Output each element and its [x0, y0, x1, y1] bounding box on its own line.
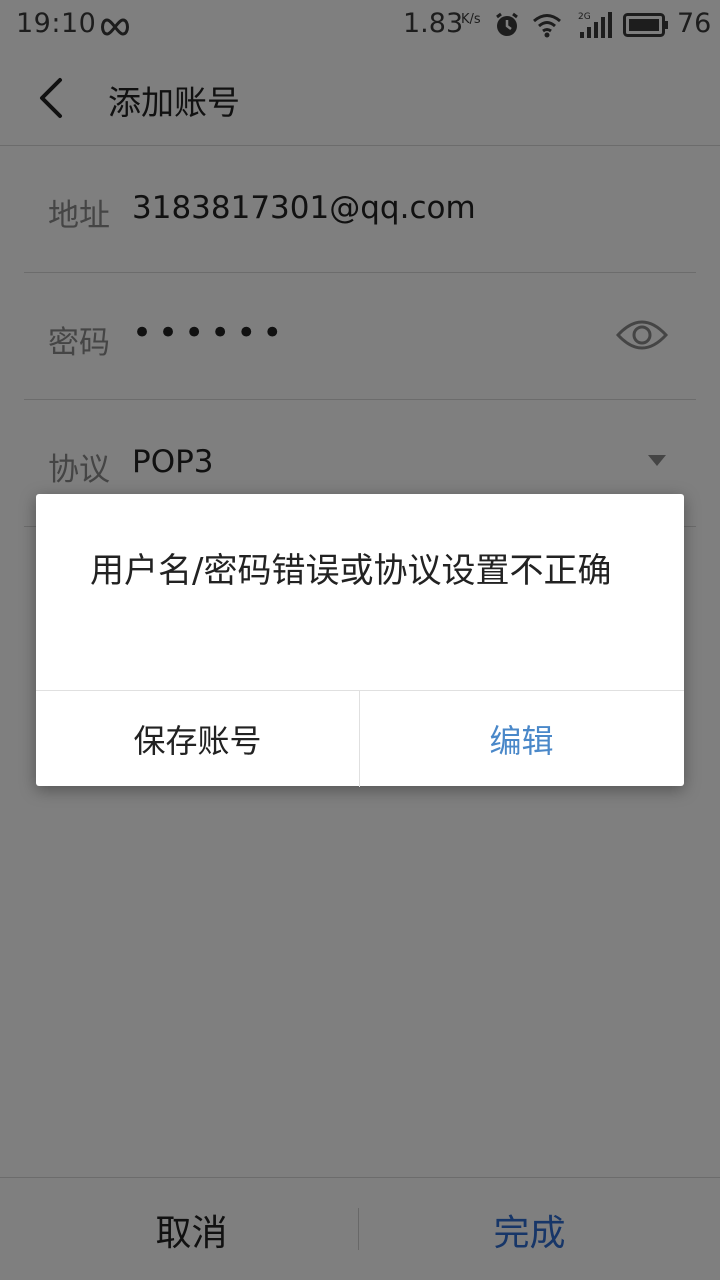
edit-button[interactable]: 编辑: [360, 691, 683, 787]
error-dialog: 用户名/密码错误或协议设置不正确 保存账号 编辑: [36, 494, 684, 787]
add-account-screen: 19:10 1.83 K/s 2G: [0, 0, 720, 1280]
dialog-actions: 保存账号 编辑: [36, 690, 684, 787]
save-account-button[interactable]: 保存账号: [36, 691, 359, 787]
dialog-message: 用户名/密码错误或协议设置不正确: [90, 551, 612, 591]
